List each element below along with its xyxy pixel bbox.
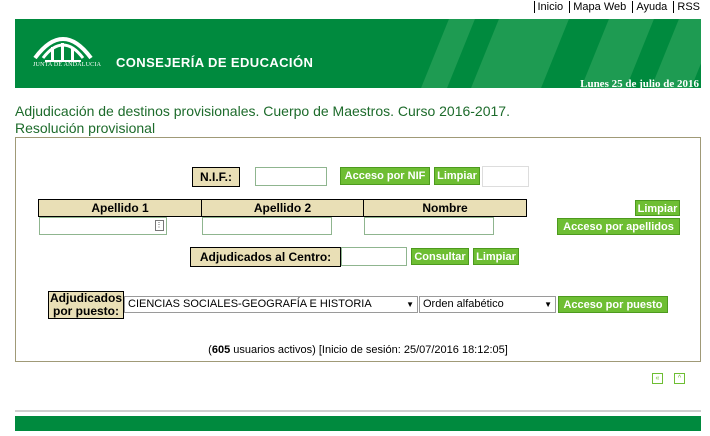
top-links: Inicio Mapa Web Ayuda RSS: [531, 1, 700, 13]
nif-spacer: [482, 166, 529, 187]
header-banner: JUNTA DE ANDALUCIA CONSEJERÍA DE EDUCACI…: [15, 19, 701, 88]
orden-select-value: Orden alfabético: [423, 298, 504, 310]
link-rss[interactable]: RSS: [677, 1, 700, 13]
link-inicio[interactable]: Inicio: [538, 1, 564, 13]
orden-select[interactable]: Orden alfabético ▼: [419, 296, 556, 313]
chevron-down-icon: ▼: [544, 300, 552, 309]
nif-label: N.I.F.:: [192, 167, 240, 187]
active-users-text: usuarios activos): [230, 344, 319, 356]
nif-input[interactable]: [255, 167, 327, 186]
centro-label: Adjudicados al Centro:: [190, 247, 341, 267]
puesto-select-value: CIENCIAS SOCIALES-GEOGRAFÍA E HISTORIA: [128, 298, 372, 310]
footer-bar: [15, 416, 701, 431]
limpiar-centro-button[interactable]: Limpiar: [473, 248, 519, 265]
limpiar-nif-button[interactable]: Limpiar: [434, 167, 480, 185]
apellido2-input[interactable]: [201, 217, 332, 235]
junta-andalucia-logo-icon[interactable]: [31, 26, 95, 82]
active-users-count: 605: [211, 344, 231, 356]
banner-stripe: [471, 19, 569, 88]
back-icon[interactable]: «: [652, 373, 663, 384]
acceso-puesto-button[interactable]: Acceso por puesto: [558, 296, 668, 313]
puesto-label-line2: por puesto:: [53, 304, 119, 318]
chevron-down-icon: ▼: [406, 300, 414, 309]
header-nombre: Nombre: [363, 199, 527, 217]
header-apellido2: Apellido 2: [201, 199, 364, 217]
search-panel: N.I.F.: Acceso por NIF Limpiar Apellido …: [15, 137, 701, 362]
link-mapa-web[interactable]: Mapa Web: [573, 1, 626, 13]
consejeria-title: CONSEJERÍA DE EDUCACIÓN: [116, 55, 314, 70]
page-title: Adjudicación de destinos provisionales. …: [15, 103, 510, 137]
nombre-input[interactable]: [363, 217, 494, 235]
apellidos-table: Apellido 1 Apellido 2 Nombre ⋮: [38, 199, 527, 235]
page-title-line1: Adjudicación de destinos provisionales. …: [15, 103, 510, 119]
header-date: Lunes 25 de julio de 2016: [580, 78, 699, 88]
banner-stripe: [421, 19, 475, 88]
page-title-line2: Resolución provisional: [15, 120, 156, 136]
limpiar-apellidos-button[interactable]: Limpiar: [635, 200, 680, 216]
puesto-select[interactable]: CIENCIAS SOCIALES-GEOGRAFÍA E HISTORIA ▼: [124, 296, 418, 313]
puesto-label: Adjudicados por puesto:: [48, 291, 124, 319]
logo-text: JUNTA DE ANDALUCIA: [33, 62, 102, 68]
footer-divider: [15, 410, 701, 412]
acceso-apellidos-button[interactable]: Acceso por apellidos: [557, 218, 680, 235]
consultar-button[interactable]: Consultar: [411, 248, 469, 265]
apellido1-input[interactable]: ⋮: [38, 217, 167, 235]
session-start: [Inicio de sesión: 25/07/2016 18:12:05]: [318, 344, 508, 356]
status-line: (605 usuarios activos) [Inicio de sesión…: [208, 344, 508, 356]
input-helper-icon: ⋮: [154, 220, 164, 231]
centro-input[interactable]: [341, 247, 407, 266]
link-ayuda[interactable]: Ayuda: [636, 1, 667, 13]
acceso-nif-button[interactable]: Acceso por NIF: [340, 167, 430, 185]
header-apellido1: Apellido 1: [38, 199, 202, 217]
top-icon[interactable]: ^: [674, 373, 685, 384]
